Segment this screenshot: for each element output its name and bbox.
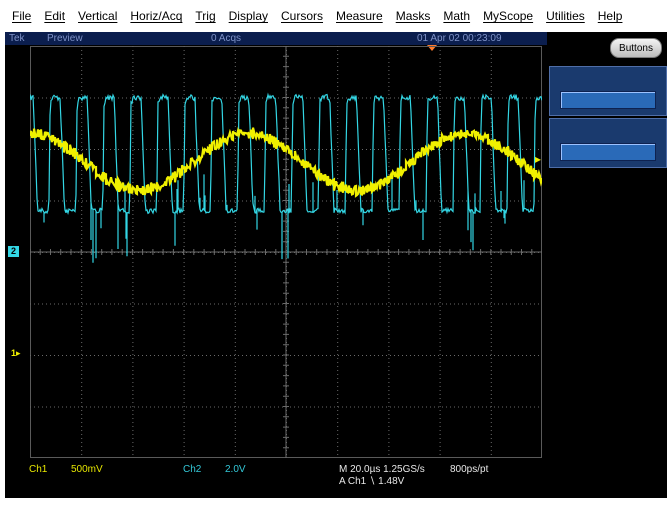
axis-ticks: [30, 46, 533, 449]
menu-cursors[interactable]: Cursors: [281, 9, 323, 23]
side-control-field-2[interactable]: [560, 143, 656, 161]
side-control-box-2[interactable]: [549, 118, 667, 168]
brand-label: Tek: [9, 33, 25, 44]
menu-myscope[interactable]: MyScope: [483, 9, 533, 23]
menu-utilities[interactable]: Utilities: [546, 9, 585, 23]
menu-file[interactable]: File: [12, 9, 31, 23]
channel-readout: Ch1 500mV Ch2 2.0V M 20.0µs 1.25GS/s 800…: [5, 462, 547, 498]
ch2-scale[interactable]: 2.0V: [225, 464, 246, 475]
ch2-ground-marker[interactable]: 2: [8, 246, 20, 257]
menu-horiz-acq[interactable]: Horiz/Acq: [130, 9, 182, 23]
date-time: 01 Apr 02 00:23:09: [417, 33, 502, 44]
menu-edit[interactable]: Edit: [44, 9, 65, 23]
oscilloscope-display: Tek Preview 0 Acqs 01 Apr 02 00:23:09 2 …: [5, 32, 667, 498]
ch2-label[interactable]: Ch2: [183, 464, 201, 475]
menu-math[interactable]: Math: [443, 9, 470, 23]
menu-display[interactable]: Display: [229, 9, 268, 23]
buttons-button[interactable]: Buttons: [610, 38, 662, 58]
side-panel: Buttons: [547, 32, 667, 498]
graticule: [30, 46, 542, 458]
menu-trig[interactable]: Trig: [195, 9, 215, 23]
menu-vertical[interactable]: Vertical: [78, 9, 117, 23]
acquisition-mode: Preview: [47, 33, 83, 44]
ch1-scale[interactable]: 500mV: [71, 464, 103, 475]
acquisition-count: 0 Acqs: [211, 33, 242, 44]
trigger-level-icon[interactable]: [535, 156, 541, 163]
timebase-readout[interactable]: M 20.0µs 1.25GS/s: [339, 464, 425, 475]
menu-bar: File Edit Vertical Horiz/Acq Trig Display Curs…: [0, 0, 672, 32]
resolution-readout[interactable]: 800ps/pt: [450, 464, 488, 475]
side-control-box-1[interactable]: [549, 66, 667, 116]
trigger-readout[interactable]: A Ch1 ∖ 1.48V: [339, 476, 404, 487]
ch1-label[interactable]: Ch1: [29, 464, 47, 475]
menu-help[interactable]: Help: [598, 9, 623, 23]
side-control-field-1[interactable]: [560, 91, 656, 109]
menu-measure[interactable]: Measure: [336, 9, 383, 23]
menu-masks[interactable]: Masks: [396, 9, 431, 23]
status-bar: Tek Preview 0 Acqs 01 Apr 02 00:23:09: [5, 32, 547, 45]
arrow-right-icon: ▸: [16, 348, 21, 358]
ch1-ground-marker[interactable]: 1▸: [8, 348, 24, 359]
